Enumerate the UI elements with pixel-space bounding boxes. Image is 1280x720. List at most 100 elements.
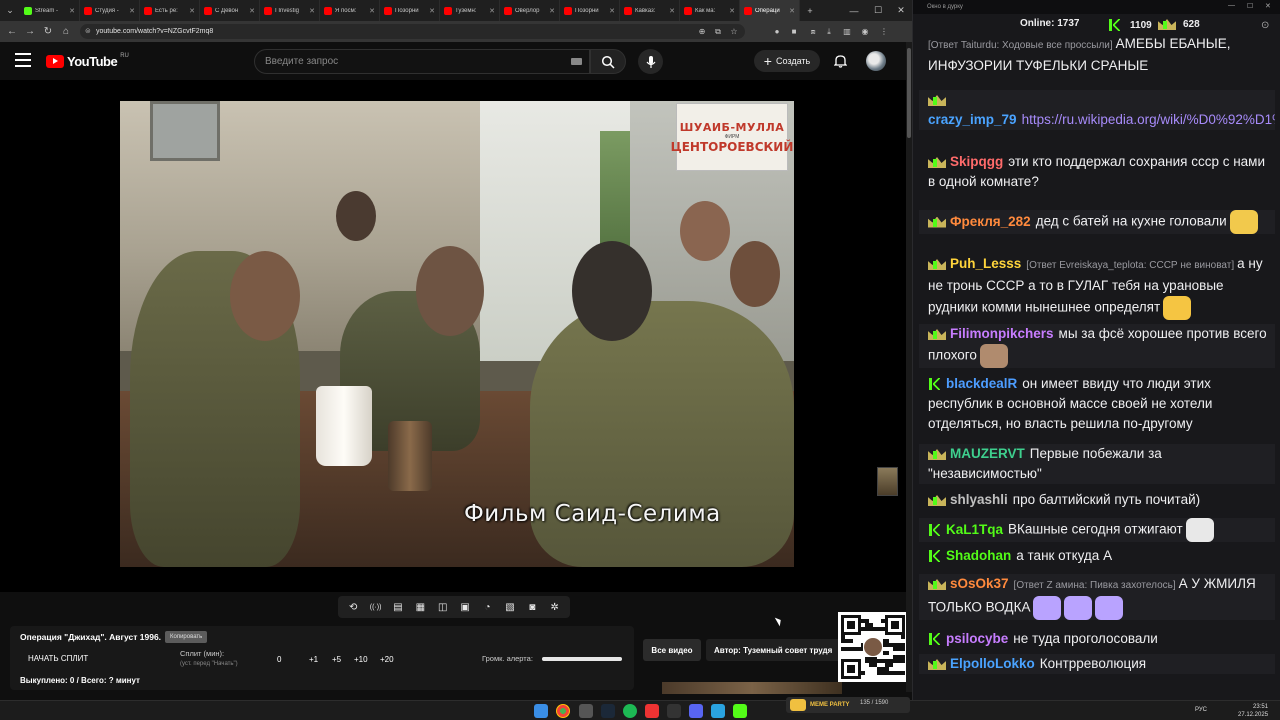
chat-link[interactable]: https://ru.wikipedia.org/wiki/%D0%92%D1%…	[1022, 112, 1275, 127]
home-icon[interactable]: ⌂	[57, 21, 75, 42]
explorer-taskbar-icon[interactable]	[579, 704, 593, 718]
chat-message[interactable]: crazy_imp_79 https://ru.wikipedia.org/wik…	[919, 90, 1275, 130]
browser-tab[interactable]: Студия - ✕	[80, 0, 140, 21]
telegram-taskbar-icon[interactable]	[711, 704, 725, 718]
chat-username[interactable]: Skipqgg	[950, 154, 1003, 169]
tab-close-icon[interactable]: ✕	[69, 7, 75, 15]
chat-message[interactable]: KaL1Tqa ВКашные сегодня отжигают	[919, 518, 1275, 542]
video-player[interactable]: ШУАИБ-МУЛЛА ФИРМ ЦЕНТОРОЕВСКИЙ Фильм Саи…	[0, 80, 908, 592]
video-frame[interactable]: ШУАИБ-МУЛЛА ФИРМ ЦЕНТОРОЕВСКИЙ Фильм Саи…	[120, 101, 794, 567]
browser-tab[interactable]: I Investig ✕	[260, 0, 320, 21]
tab-close-icon[interactable]: ✕	[789, 7, 795, 15]
tab-search-icon[interactable]: ⌄	[0, 0, 20, 21]
search-input[interactable]	[255, 50, 555, 73]
menu-icon[interactable]	[15, 53, 31, 67]
browser-tab[interactable]: С Девон ✕	[200, 0, 260, 21]
all-videos-button[interactable]: Все видео	[643, 639, 701, 661]
start-menu-icon[interactable]	[534, 704, 548, 718]
account-icon[interactable]: ◉	[858, 24, 872, 39]
split-value-0[interactable]: 0	[277, 655, 281, 664]
steam-taskbar-icon[interactable]	[601, 704, 615, 718]
tab-close-icon[interactable]: ✕	[729, 7, 735, 15]
create-button[interactable]: + Создать	[754, 50, 820, 72]
profile-split-icon[interactable]: ▥	[840, 24, 854, 39]
split-add-10-button[interactable]: +10	[354, 655, 368, 664]
bookmark-star-icon[interactable]: ☆	[727, 24, 741, 39]
tab-close-icon[interactable]: ✕	[189, 7, 195, 15]
extension-red-icon[interactable]: ■	[787, 24, 801, 39]
screenshot-icon[interactable]: ◙	[524, 599, 540, 615]
split-add-20-button[interactable]: +20	[380, 655, 394, 664]
tab-close-icon[interactable]: ✕	[249, 7, 255, 15]
chat-username[interactable]: blackdealR	[946, 376, 1017, 391]
chat-username[interactable]: MAUZERVT	[950, 446, 1025, 461]
tab-close-icon[interactable]: ✕	[309, 7, 315, 15]
keyboard-icon[interactable]	[571, 58, 582, 65]
chat-message[interactable]: sOsOk37 [Ответ Z амина: Пивка захотелось]…	[919, 574, 1275, 620]
playlist-icon[interactable]: ▤	[390, 599, 406, 615]
browser-tab[interactable]: Есть ре: ✕	[140, 0, 200, 21]
subtitles-icon[interactable]: ▣	[457, 599, 473, 615]
chat-username[interactable]: KaL1Tqa	[946, 522, 1003, 537]
browser-tab[interactable]: Позорни ✕	[380, 0, 440, 21]
site-info-icon[interactable]: ⊜	[85, 27, 91, 35]
app-gray-taskbar-icon[interactable]	[667, 704, 681, 718]
browser-tab[interactable]: Кавказ: ✕	[620, 0, 680, 21]
tab-close-icon[interactable]: ✕	[429, 7, 435, 15]
chat-message[interactable]: [Ответ Taiturdu: Ходовые все проссыли] АМ…	[919, 36, 1275, 76]
system-clock[interactable]: 23:51 27.12.2025	[1238, 703, 1268, 719]
chat-message[interactable]: MAUZERVT Первые побежали за "независимост…	[919, 444, 1275, 484]
browser-tab[interactable]: Stream - ✕	[20, 0, 80, 21]
back-icon[interactable]: ←	[3, 21, 21, 42]
browser-tab[interactable]: Туземн: ✕	[440, 0, 500, 21]
chat-message[interactable]: shlyashli про балтийский путь почитай)	[919, 490, 1275, 510]
extensions-icon[interactable]: ⧈	[806, 24, 820, 39]
browser-tab[interactable]: Оверлор ✕	[500, 0, 560, 21]
voice-search-button[interactable]	[638, 49, 663, 74]
tab-close-icon[interactable]: ✕	[489, 7, 495, 15]
copy-tag-button[interactable]: Копировать	[165, 631, 208, 643]
kick-taskbar-icon[interactable]	[733, 704, 747, 718]
tab-close-icon[interactable]: ✕	[609, 7, 615, 15]
notifications-button[interactable]	[830, 51, 850, 71]
loop-icon[interactable]: ⟲	[345, 599, 361, 615]
cast-icon[interactable]: ((·))	[368, 599, 384, 615]
new-tab-button[interactable]: +	[800, 0, 820, 21]
reload-icon[interactable]: ↻	[39, 21, 57, 42]
close-window-icon[interactable]: ✕	[889, 0, 913, 21]
mini-thumbnail[interactable]	[877, 467, 898, 496]
cast-tab-icon[interactable]: ⧉	[711, 24, 725, 39]
chat-username[interactable]: Puh_Lesss	[950, 256, 1021, 271]
chat-message[interactable]: Puh_Lesss [Ответ Evreiskaya_teplota: СССР…	[919, 254, 1275, 320]
url-field[interactable]: ⊜ youtube.com/watch?v=NZGcvtF2mq8	[80, 24, 745, 39]
author-label[interactable]: Автор: Туземный совет трудя	[706, 639, 842, 661]
forward-icon[interactable]: →	[21, 21, 39, 42]
browser-tab[interactable]: Позорни ✕	[560, 0, 620, 21]
chat-username[interactable]: ElpolloLokko	[950, 656, 1035, 671]
chat-settings-icon[interactable]: ⊙	[1261, 20, 1269, 31]
minimize-icon[interactable]: —	[842, 0, 866, 21]
scrollbar-thumb[interactable]	[907, 48, 911, 138]
chat-username[interactable]: Shadohan	[946, 548, 1011, 563]
browser-tab[interactable]: Как ма: ✕	[680, 0, 740, 21]
app-red-taskbar-icon[interactable]	[645, 704, 659, 718]
downloads-icon[interactable]: ⤓	[822, 24, 836, 39]
meme-party-widget[interactable]: MEME PARTY 135 / 1590	[786, 697, 910, 713]
browser-menu-icon[interactable]: ⋮	[877, 24, 891, 39]
chat-message[interactable]: Skipqgg эти кто поддержал сохрания ссср с…	[919, 152, 1275, 192]
miniplayer-icon[interactable]: ◫	[435, 599, 451, 615]
maximize-icon[interactable]: ☐	[866, 0, 890, 21]
chat-message[interactable]: Filimonpikchers мы за фсё хорошее против …	[919, 324, 1275, 368]
chat-message[interactable]: psilocybe не туда проголосовали	[919, 629, 1275, 649]
chat-message[interactable]: Фрекля_282 дед с батей на кухне головали	[919, 210, 1275, 234]
split-add-1-button[interactable]: +1	[309, 655, 318, 664]
alert-volume-slider[interactable]	[542, 657, 622, 661]
tab-close-icon[interactable]: ✕	[669, 7, 675, 15]
chat-message[interactable]: Shadohan а танк откуда А	[919, 546, 1275, 566]
chat-message[interactable]: blackdealR он имеет ввиду что люди этих р…	[919, 374, 1275, 434]
user-avatar[interactable]	[866, 51, 886, 71]
input-language[interactable]: РУС	[1195, 707, 1207, 713]
browser-tab[interactable]: Операци ✕	[740, 0, 800, 21]
chat-username[interactable]: shlyashli	[950, 492, 1008, 507]
settings-icon[interactable]: ✲	[547, 599, 563, 615]
